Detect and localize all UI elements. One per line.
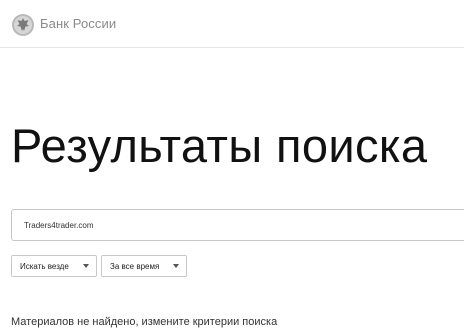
brand-name[interactable]: Банк России: [40, 16, 116, 31]
chevron-down-icon: [83, 264, 89, 268]
chevron-down-icon: [173, 264, 179, 268]
page-title: Результаты поиска: [11, 119, 428, 172]
search-field[interactable]: [11, 209, 464, 241]
scope-filter-dropdown[interactable]: Искать везде: [11, 255, 97, 277]
no-results-message: Материалов не найдено, измените критерии…: [11, 316, 278, 328]
period-filter-dropdown[interactable]: За все время: [101, 255, 187, 277]
search-input[interactable]: [12, 210, 464, 240]
scope-filter-label: Искать везде: [20, 261, 69, 271]
period-filter-label: За все время: [110, 261, 160, 271]
bank-of-russia-eagle-icon[interactable]: [11, 13, 35, 37]
site-header: Банк России: [0, 0, 464, 48]
